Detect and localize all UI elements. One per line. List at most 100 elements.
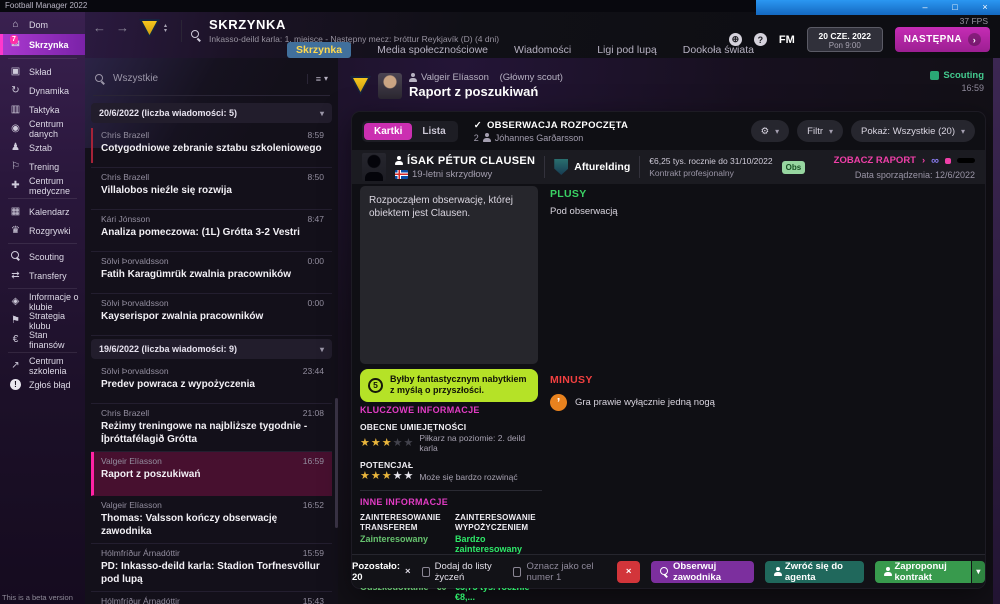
minimize-button[interactable]: – (910, 0, 940, 15)
transfer-interest-value: Zainteresowany (360, 534, 447, 544)
inbox-message[interactable]: Hólmfríður Árnadóttir15:59 PD: Inkasso-d… (91, 544, 332, 592)
sidebar-item-centrum-medyczne[interactable]: ✚ Centrum medyczne (0, 176, 85, 195)
fm-logo[interactable]: FM (779, 34, 795, 46)
wishlist-checkbox[interactable]: Dodaj do listy życzeń (422, 561, 503, 583)
inbox-message[interactable]: Kári Jónsson8:47 Analiza pomeczowa: (1L)… (91, 210, 332, 252)
search-icon (660, 567, 668, 577)
player-club[interactable]: Afturelding (554, 159, 630, 175)
inbox-message[interactable]: Chris Brazell8:50 Villalobos nieźle się … (91, 168, 332, 210)
message-sender: Sölvi Þorvaldsson (101, 256, 169, 266)
help-icon[interactable]: ? (754, 33, 767, 46)
club-badge-icon (554, 159, 568, 175)
training-icon: ⚐ (9, 161, 22, 172)
inbox-filter-value[interactable]: Wszystkie (113, 73, 158, 84)
sidebar-item-dynamika[interactable]: ↻ Dynamika (0, 81, 85, 100)
inbox-message-selected[interactable]: Valgeir Elíasson16:59 Raport z poszukiwa… (91, 452, 332, 496)
tab-media-spolecznosciowe[interactable]: Media społecznościowe (377, 44, 488, 56)
tab-ligi-pod-lupa[interactable]: Ligi pod lupą (597, 44, 657, 56)
inbox-view-menu[interactable]: ≡ ▾ (307, 74, 328, 84)
message-time: 15:43 (303, 596, 324, 604)
checkbox-icon[interactable] (513, 567, 521, 577)
maximize-button[interactable]: □ (940, 0, 970, 15)
checkbox-icon[interactable] (422, 567, 430, 577)
assignee-name[interactable]: Jóhannes Garðarsson (495, 133, 584, 143)
sidebar-item-skrzynka[interactable]: ✉7 Skrzynka (0, 34, 85, 55)
contract-options-caret[interactable]: ▾ (972, 561, 985, 583)
tab-skrzynka[interactable]: Skrzynka (287, 42, 351, 58)
report-toggle[interactable] (957, 158, 975, 163)
game-date-button[interactable]: 20 CZE. 2022 Pon 9:00 (807, 27, 883, 52)
inbox-message[interactable]: Sölvi Þorvaldsson23:44 Predev powraca z … (91, 362, 332, 404)
sidebar-item-dom[interactable]: ⌂ Dom (0, 15, 85, 34)
transfer-interest-label: ZAINTERESOWANIE TRANSFEREM (360, 513, 447, 532)
inbox-message[interactable]: Chris Brazell21:08 Reżimy treningowe na … (91, 404, 332, 452)
settings-dropdown[interactable]: ⚙▾ (751, 120, 790, 142)
sidebar-item-label: Kalendarz (29, 207, 70, 217)
inbox-message[interactable]: Hólmfríður Árnadóttir15:43 (91, 592, 332, 604)
search-icon[interactable] (95, 74, 105, 84)
sidebar-item-sklad[interactable]: ▣ Skład (0, 62, 85, 81)
back-arrow-icon[interactable]: ← (93, 20, 106, 35)
view-report-link[interactable]: ZOBACZ RAPORT (834, 155, 916, 166)
inbox-message[interactable]: Valgeir Elíasson16:52 Thomas: Valsson ko… (91, 496, 332, 544)
target-checkbox[interactable]: Oznacz jako cel numer 1 (513, 561, 606, 583)
chevron-down-icon: ▾ (775, 127, 779, 136)
close-button[interactable]: × (970, 0, 1000, 15)
observe-player-button[interactable]: Obserwuj zawodnika (651, 561, 753, 583)
continue-button[interactable]: NASTĘPNA › (895, 27, 990, 52)
message-subject: Kayserispor zwalnia pracowników (101, 311, 324, 324)
sidebar-item-label: Centrum medyczne (29, 176, 85, 196)
approach-agent-button[interactable]: Zwróć się do agenta (765, 561, 864, 583)
sidebar-item-transfery[interactable]: ⇄ Transfery (0, 266, 85, 285)
chevron-down-icon[interactable]: ▾ (164, 29, 167, 34)
filter-label: Filtr (807, 126, 823, 137)
iceland-flag-icon (395, 170, 408, 179)
inbox-group-header[interactable]: 20/6/2022 (liczba wiadomości: 5) ▾ (91, 103, 332, 123)
inbox-message[interactable]: Sölvi Þorvaldsson0:00 Fatih Karagümrük z… (91, 252, 332, 294)
offer-contract-button[interactable]: Zaproponuj kontrakt (875, 561, 971, 583)
reject-button[interactable]: × (617, 561, 640, 583)
club-crest-icon (139, 19, 160, 38)
player-name[interactable]: ÍSAK PÉTUR CLAUSEN (407, 155, 535, 167)
tab-dookola-swiata[interactable]: Dookoła świata (683, 44, 754, 56)
sidebar-item-strategia-klubu[interactable]: ⚑ Strategia klubu (0, 311, 85, 330)
forward-arrow-icon[interactable]: → (116, 20, 129, 35)
club-stepper[interactable]: ▴ ▾ (164, 24, 167, 34)
sidebar-item-centrum-szkolenia[interactable]: ↗ Centrum szkolenia (0, 356, 85, 375)
report-corner: Scouting 16:59 (930, 70, 984, 93)
sidebar-item-trening[interactable]: ⚐ Trening (0, 157, 85, 176)
inbox-message[interactable]: Sölvi Þorvaldsson0:00 Kayserispor zwalni… (91, 294, 332, 336)
sidebar-item-scouting[interactable]: Scouting (0, 247, 85, 266)
verdict-box: 5 Byłby fantastycznym nabytkiem z myślą … (360, 369, 538, 402)
sidebar-item-stan-finansow[interactable]: € Stan finansów (0, 330, 85, 349)
sidebar-item-sztab[interactable]: ♟ Sztab (0, 138, 85, 157)
sidebar-item-rozgrywki[interactable]: ♛ Rozgrywki (0, 221, 85, 240)
potential-label: POTENCJAŁ (360, 460, 542, 470)
inbox-message[interactable]: Chris Brazell8:59 Cotygodniowe zebranie … (91, 126, 332, 168)
view-list-tab[interactable]: Lista (412, 123, 455, 140)
tab-wiadomosci[interactable]: Wiadomości (514, 44, 571, 56)
club-quick-switch[interactable]: ▴ ▾ (139, 19, 167, 38)
loan-interest-value: Bardzo zainteresowany (455, 534, 542, 554)
message-time: 15:59 (303, 548, 324, 558)
filter-dropdown[interactable]: Filtr▾ (797, 120, 843, 142)
close-icon[interactable]: × (405, 566, 411, 577)
message-subject: Predev powraca z wypożyczenia (101, 379, 324, 392)
inbox-group-header[interactable]: 19/6/2022 (liczba wiadomości: 9) ▾ (91, 339, 332, 359)
staff-icon: ♟ (9, 142, 22, 153)
sidebar-item-kalendarz[interactable]: ▦ Kalendarz (0, 202, 85, 221)
sidebar-item-zglos-blad[interactable]: ! Zgłoś błąd (0, 375, 85, 394)
sidebar-item-centrum-danych[interactable]: ◉ Centrum danych (0, 119, 85, 138)
report-title: Raport z poszukiwań (409, 84, 563, 99)
search-icon[interactable] (191, 30, 201, 40)
view-cards-tab[interactable]: Kartki (364, 123, 412, 140)
scout-role: (Główny scout) (500, 72, 563, 83)
message-sender: Sölvi Þorvaldsson (101, 298, 169, 308)
sidebar-item-informacje-o-klubie[interactable]: ◈ Informacje o klubie (0, 292, 85, 311)
message-sender: Sölvi Þorvaldsson (101, 366, 169, 376)
bug-report-icon: ! (9, 379, 22, 390)
scout-name[interactable]: Valgeir Elíasson (421, 72, 489, 83)
sidebar-item-taktyka[interactable]: ▥ Taktyka (0, 100, 85, 119)
sidebar-item-label: Dom (29, 20, 48, 30)
show-dropdown[interactable]: Pokaż: Wszystkie (20)▾ (851, 120, 975, 142)
